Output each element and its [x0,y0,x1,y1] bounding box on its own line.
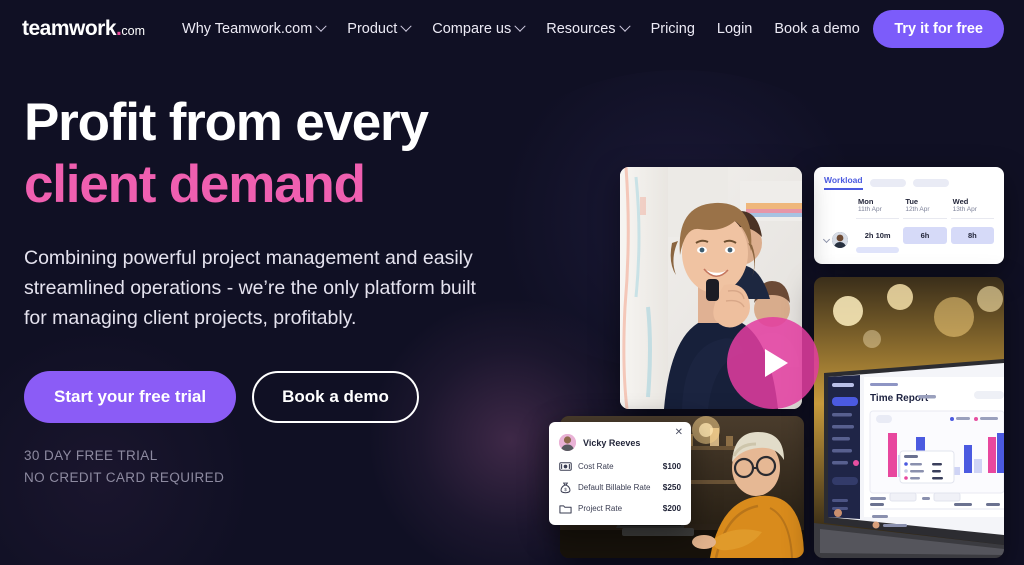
nav-item-label: Resources [546,21,616,37]
avatar-illustration [559,434,576,451]
chevron-down-icon [400,20,412,32]
rate-label: Default Billable Rate [578,483,651,492]
hero-cta-row: Start your free trial Book a demo [24,371,524,424]
rate-row-project: Project Rate $200 [559,502,681,515]
chevron-down-icon [315,20,327,32]
money-icon-glyph [559,462,572,471]
top-navigation-bar: teamwork. com Why Teamwork.com Product Co… [0,0,1024,58]
nav-item-label: Why Teamwork.com [182,21,313,37]
hero-subtext: Combining powerful project management an… [24,247,476,329]
teamwork-logo[interactable]: teamwork. com [22,17,145,41]
logo-suffix: com [121,24,146,38]
folder-icon-glyph [559,505,572,514]
rate-row-default-billable: $ Default Billable Rate $250 [559,481,681,494]
headline-line-1: Profit from every [24,93,429,152]
headline-line-2: client demand [24,155,366,214]
hero-content: Profit from every client demand Combinin… [24,92,524,489]
play-video-button[interactable] [727,317,819,409]
svg-text:$: $ [564,487,567,492]
disclaimer-line-1: 30 DAY FREE TRIAL [24,448,158,464]
trial-disclaimer: 30 DAY FREE TRIAL NO CREDIT CARD REQUIRE… [24,445,524,489]
book-a-demo-button[interactable]: Book a demo [252,371,419,424]
user-name: Vicky Reeves [583,437,641,448]
page-title: Profit from every client demand [24,92,524,216]
nav-item-why-teamwork[interactable]: Why Teamwork.com [171,15,336,43]
user-rate-card: ✕ Vicky Reeves Cost Rate $100 $ Default … [549,422,691,525]
money-icon [559,460,572,473]
nav-item-product[interactable]: Product [336,15,421,43]
nav-item-label: Pricing [650,21,695,37]
disclaimer-line-2: NO CREDIT CARD REQUIRED [24,470,225,486]
photo-laptop-time-report: Time Report [814,277,1004,558]
chevron-down-icon [514,20,526,32]
rate-label: Project Rate [578,504,623,513]
page-root: teamwork. com Why Teamwork.com Product Co… [0,0,1024,565]
rate-card-user: Vicky Reeves [559,434,681,451]
folder-icon [559,502,572,515]
nav-item-label: Book a demo [774,21,860,37]
rate-value: $250 [662,483,681,492]
money-bag-icon: $ [559,481,572,494]
nav-item-label: Login [716,21,753,37]
chevron-down-icon [618,20,631,32]
rate-label: Cost Rate [578,462,614,471]
photo-laptop-illustration: Time Report [814,277,1004,558]
nav-item-book-a-demo[interactable]: Book a demo [763,15,870,43]
nav-links: Why Teamwork.com Product Compare us Reso… [171,15,871,43]
try-it-for-free-button[interactable]: Try it for free [873,10,1004,48]
start-free-trial-button[interactable]: Start your free trial [24,371,237,424]
rate-value: $100 [662,462,681,471]
rate-value: $200 [662,504,681,513]
nav-item-compare-us[interactable]: Compare us [421,15,535,43]
avatar [559,434,576,451]
money-bag-icon-glyph: $ [560,482,571,494]
close-icon[interactable]: ✕ [675,428,683,438]
logo-wordmark: teamwork [22,17,117,40]
nav-item-label: Compare us [432,21,512,37]
nav-item-login[interactable]: Login [706,15,763,43]
rate-row-cost: Cost Rate $100 [559,460,681,473]
nav-item-pricing[interactable]: Pricing [640,15,706,43]
nav-item-resources[interactable]: Resources [535,15,639,43]
play-icon [765,349,788,377]
nav-item-label: Product [347,21,398,37]
